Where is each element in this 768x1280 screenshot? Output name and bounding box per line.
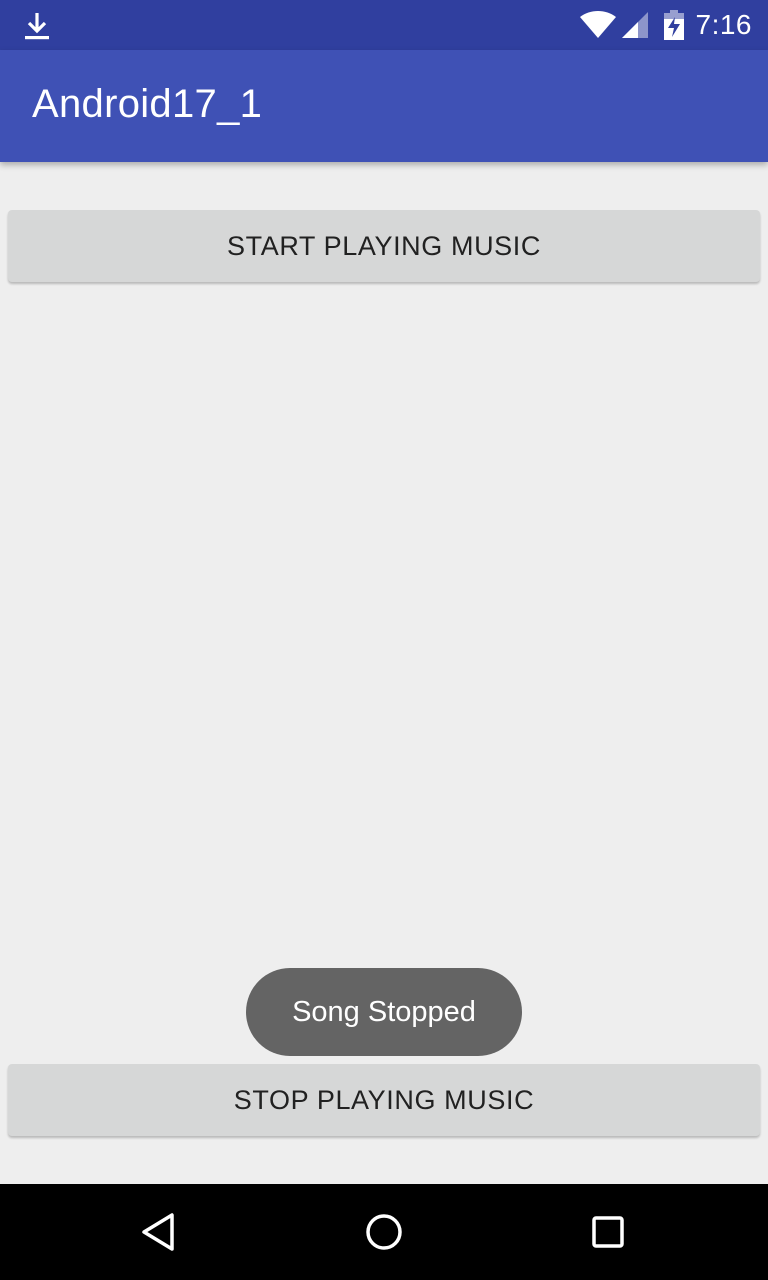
status-icons: 7:16 [579, 0, 753, 50]
signal-icon [620, 11, 650, 39]
toast: Song Stopped [246, 968, 522, 1056]
app-title: Android17_1 [32, 82, 263, 126]
battery-charging-icon [663, 10, 684, 40]
app-bar: Android17_1 [0, 50, 768, 162]
status-time: 7:16 [695, 9, 752, 40]
toast-message: Song Stopped [292, 995, 476, 1028]
home-icon[interactable] [360, 1208, 408, 1256]
download-icon [24, 11, 50, 41]
wifi-icon [579, 11, 616, 39]
navigation-bar [0, 1184, 768, 1280]
stop-playing-music-button[interactable]: STOP PLAYING MUSIC [8, 1064, 760, 1136]
status-bar: 7:16 [0, 0, 768, 50]
back-icon[interactable] [136, 1208, 184, 1256]
start-playing-music-button[interactable]: START PLAYING MUSIC [8, 210, 760, 282]
recents-icon[interactable] [584, 1208, 632, 1256]
